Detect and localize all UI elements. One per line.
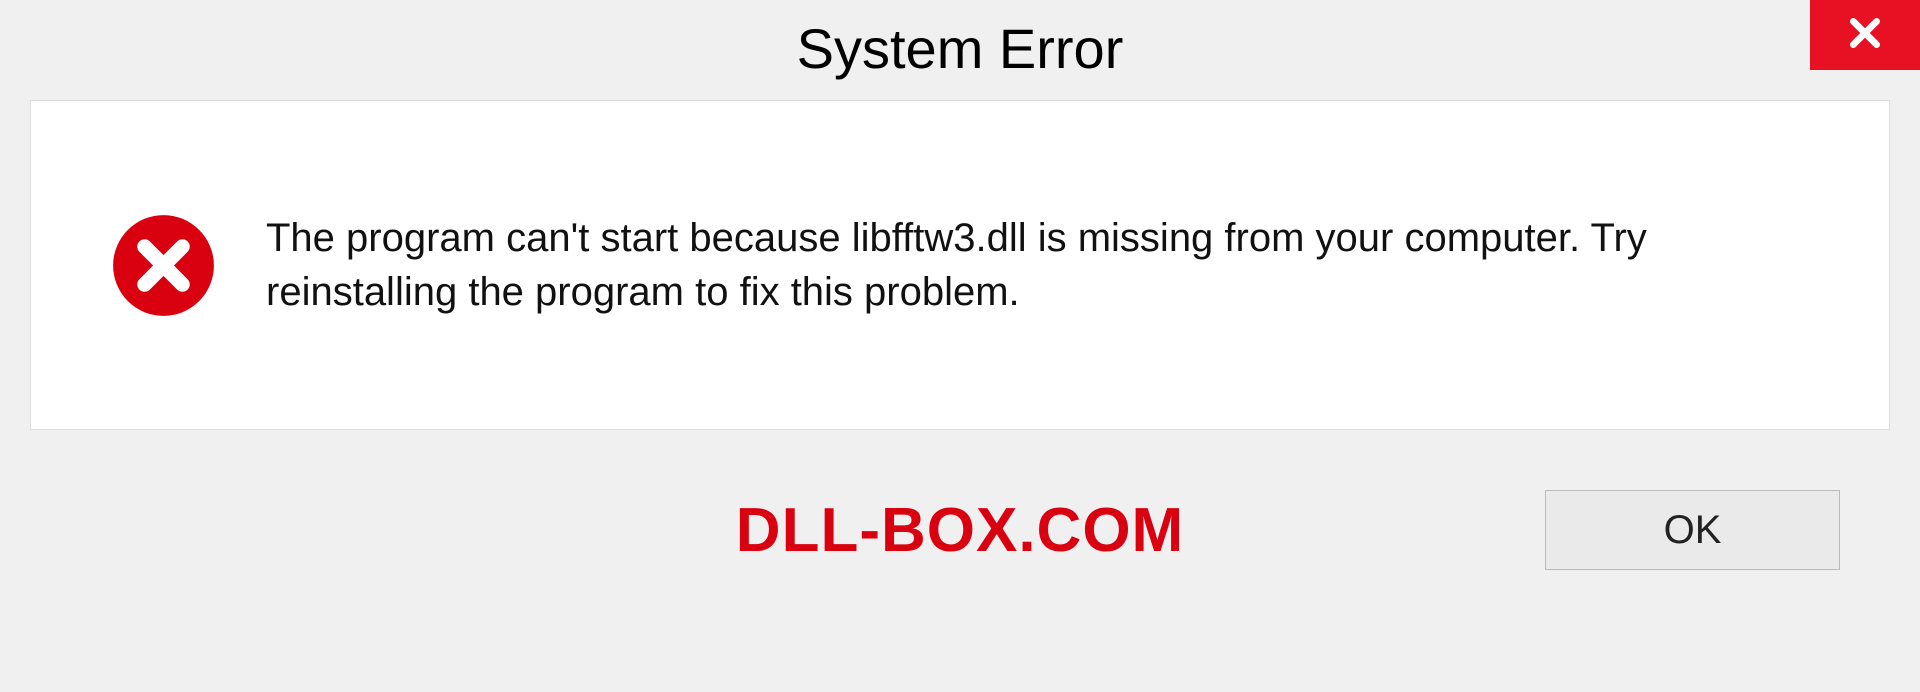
dialog-title: System Error [797,16,1124,81]
dialog-body: The program can't start because libfftw3… [30,100,1890,430]
error-icon [111,213,216,318]
close-icon [1845,13,1885,58]
error-message: The program can't start because libfftw3… [266,211,1809,319]
titlebar: System Error [0,0,1920,100]
watermark-text: DLL-BOX.COM [736,495,1184,566]
ok-button[interactable]: OK [1545,490,1840,570]
close-button[interactable] [1810,0,1920,70]
ok-button-label: OK [1664,508,1722,553]
dialog-footer: DLL-BOX.COM OK [30,460,1890,600]
